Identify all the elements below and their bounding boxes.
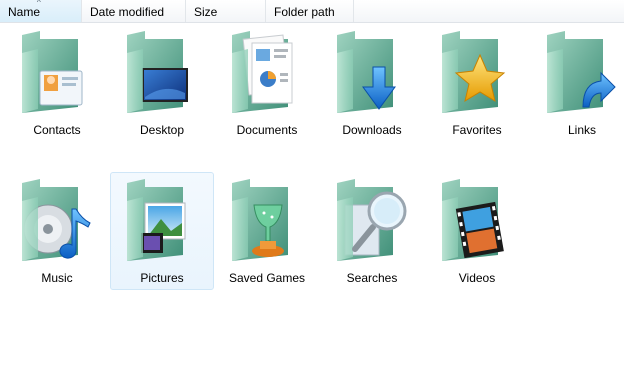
folder-label: Music (41, 271, 73, 285)
folder-label: Videos (458, 271, 496, 285)
folder-label: Documents (236, 123, 298, 137)
folder-label: Pictures (140, 271, 184, 285)
folder-item-favorites[interactable]: Favorites (425, 24, 529, 142)
saved-games-icon (232, 179, 288, 261)
folder-label: Contacts (33, 123, 81, 137)
folder-label: Desktop (139, 123, 185, 137)
searches-icon (337, 179, 407, 261)
folder-label: Favorites (452, 123, 502, 137)
videos-icon (442, 179, 504, 261)
folder-label: Links (567, 123, 596, 137)
desktop-icon (127, 31, 188, 113)
sort-ascending-icon: ^ (37, 0, 41, 7)
column-header-name-label: Name (8, 5, 41, 19)
folder-item-downloads[interactable]: Downloads (320, 24, 424, 142)
music-icon (22, 179, 91, 261)
folder-label: Downloads (342, 123, 402, 137)
folder-label: Saved Games (228, 271, 306, 285)
folder-item-contacts[interactable]: Contacts (5, 24, 109, 142)
documents-icon (232, 31, 293, 113)
column-header-date-modified[interactable]: Date modified (82, 0, 186, 22)
column-header-size-label: Size (194, 5, 218, 19)
links-icon (547, 31, 616, 113)
column-header-date-modified-label: Date modified (90, 5, 165, 19)
contacts-icon (22, 31, 83, 113)
folder-item-desktop[interactable]: Desktop (110, 24, 214, 142)
folder-item-saved-games[interactable]: Saved Games (215, 172, 319, 290)
folder-item-pictures[interactable]: Pictures (110, 172, 214, 290)
column-header-name[interactable]: ^ Name (0, 0, 82, 22)
column-header-size[interactable]: Size (186, 0, 266, 22)
folder-item-documents[interactable]: Documents (215, 24, 319, 142)
downloads-icon (337, 31, 396, 113)
folder-item-links[interactable]: Links (530, 24, 624, 142)
favorites-icon (442, 31, 506, 113)
column-header-folder-path-label: Folder path (274, 5, 335, 19)
folder-item-searches[interactable]: Searches (320, 172, 424, 290)
folder-label: Searches (346, 271, 398, 285)
folder-item-videos[interactable]: Videos (425, 172, 529, 290)
folder-item-music[interactable]: Music (5, 172, 109, 290)
folder-grid: Contacts Desktop Documents Downloads Fav… (0, 22, 624, 390)
column-header-bar: ^ Name Date modified Size Folder path (0, 0, 624, 23)
column-header-folder-path[interactable]: Folder path (266, 0, 354, 22)
pictures-icon (127, 179, 186, 261)
